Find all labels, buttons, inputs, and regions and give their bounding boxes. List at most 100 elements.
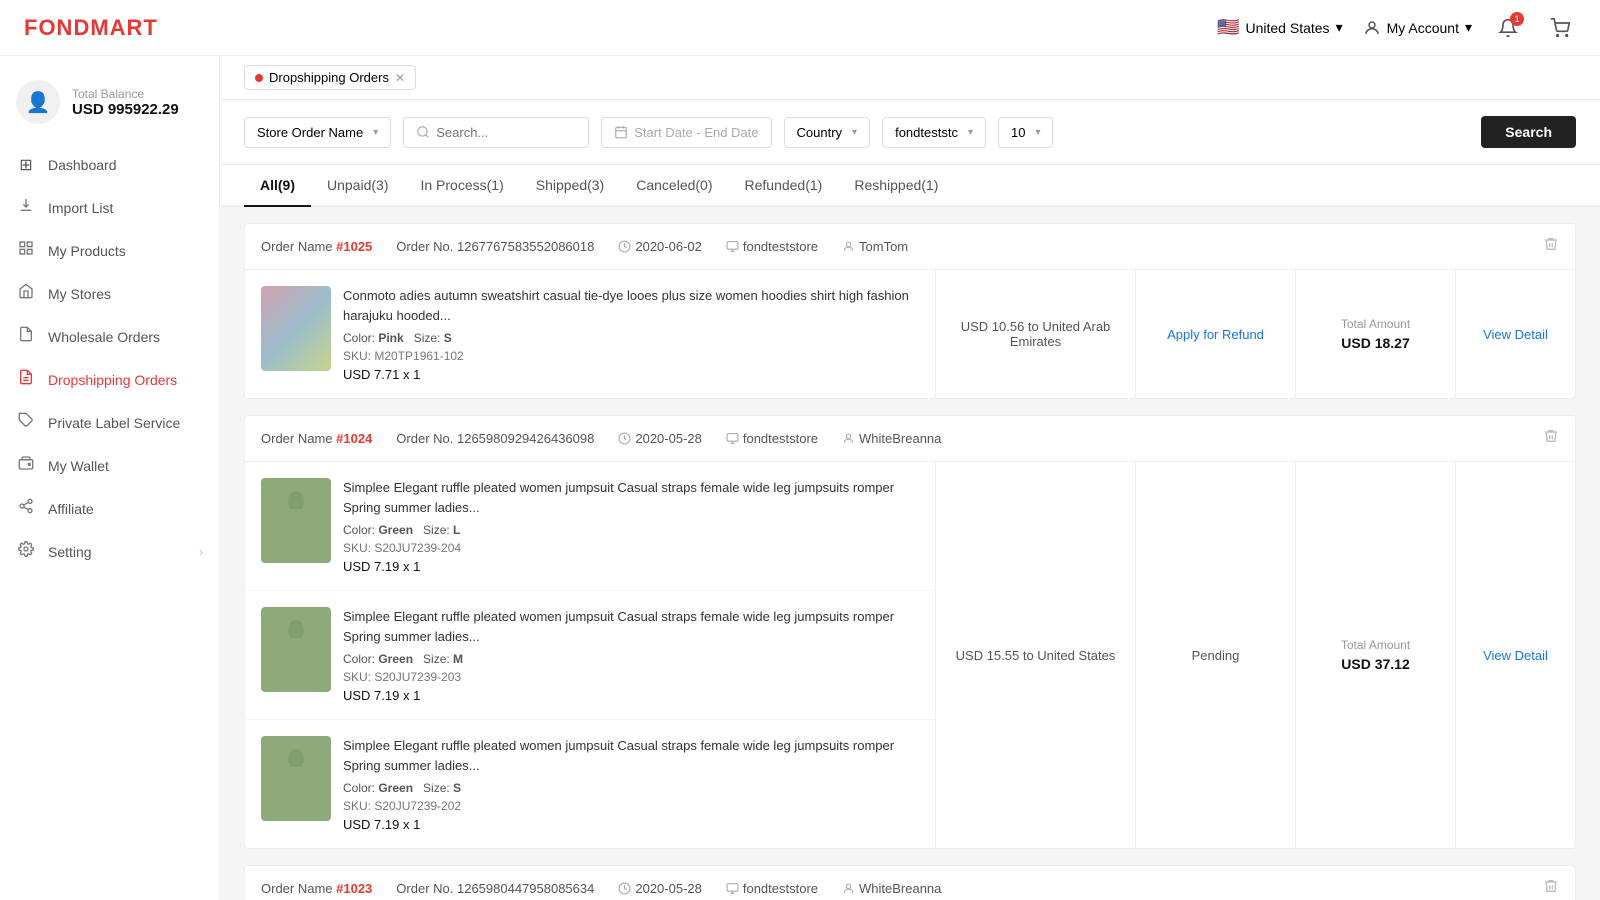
per-page-filter[interactable]: 10 ▾	[998, 117, 1054, 148]
wallet-icon	[16, 455, 36, 476]
country-filter[interactable]: Country ▾	[784, 117, 871, 148]
tab-all[interactable]: All(9)	[244, 165, 311, 207]
sidebar-item-wallet[interactable]: My Wallet	[0, 444, 219, 487]
tab-dropshipping-orders[interactable]: Dropshipping Orders ✕	[244, 65, 416, 90]
store-order-name-filter[interactable]: Store Order Name ▾	[244, 117, 391, 148]
tab-unpaid[interactable]: Unpaid(3)	[311, 165, 404, 207]
notification-badge: 1	[1510, 12, 1524, 26]
sidebar-item-dashboard[interactable]: ⊞ Dashboard	[0, 144, 219, 186]
tab-in-process[interactable]: In Process(1)	[404, 165, 519, 207]
balance-amount: USD 995922.29	[72, 101, 179, 118]
product-name: Conmoto adies autumn sweatshirt casual t…	[343, 286, 919, 325]
delete-button[interactable]	[1543, 236, 1559, 257]
user-info: 👤 Total Balance USD 995922.29	[0, 72, 219, 144]
cart-button[interactable]	[1544, 12, 1576, 44]
product-attributes: Color: Pink Size: S	[343, 331, 919, 345]
sidebar: 👤 Total Balance USD 995922.29 ⊞ Dashboar…	[0, 56, 220, 900]
order-name-value: #1023	[336, 881, 372, 896]
store-label: fondteststc	[895, 125, 958, 140]
search-icon	[416, 125, 430, 139]
sidebar-item-import-list[interactable]: Import List	[0, 186, 219, 229]
sidebar-item-dropshipping-orders[interactable]: Dropshipping Orders	[0, 358, 219, 401]
delete-button[interactable]	[1543, 878, 1559, 899]
product-sku: SKU: S20JU7239-204	[343, 541, 919, 555]
order-date: 2020-05-28	[618, 431, 702, 446]
product-price: USD 7.19 x 1	[343, 559, 919, 574]
sidebar-item-label: My Stores	[48, 286, 111, 302]
person-icon	[842, 882, 855, 895]
order-header: Order Name #1025 Order No. 1267767583552…	[245, 224, 1575, 270]
top-navigation: FONDMART 🇺🇸 United States ▾ My Account ▾…	[0, 0, 1600, 56]
order-card: Order Name #1024 Order No. 1265980929426…	[244, 415, 1576, 849]
tab-refunded[interactable]: Refunded(1)	[729, 165, 839, 207]
product-image	[261, 286, 331, 371]
person-icon	[842, 432, 855, 445]
sidebar-item-label: Setting	[48, 544, 92, 560]
sidebar-item-affiliate[interactable]: Affiliate	[0, 487, 219, 530]
sidebar-item-label: Wholesale Orders	[48, 329, 160, 345]
order-items-column: Simplee Elegant ruffle pleated women jum…	[245, 462, 935, 848]
account-menu[interactable]: My Account ▾	[1363, 19, 1472, 37]
product-sku: SKU: S20JU7239-203	[343, 670, 919, 684]
cart-icon	[1550, 18, 1570, 38]
order-action: View Detail	[1455, 270, 1575, 398]
chevron-down-icon: ▾	[968, 127, 973, 138]
dress-silhouette	[281, 749, 311, 809]
product-name: Simplee Elegant ruffle pleated women jum…	[343, 607, 919, 646]
sidebar-item-private-label[interactable]: Private Label Service	[0, 401, 219, 444]
view-detail-button[interactable]: View Detail	[1483, 327, 1548, 342]
store-filter[interactable]: fondteststc ▾	[882, 117, 986, 148]
product-sku: SKU: M20TP1961-102	[343, 349, 919, 363]
search-button[interactable]: Search	[1481, 116, 1576, 148]
logo-mart: MART	[90, 15, 158, 40]
order-status: Apply for Refund	[1135, 270, 1295, 398]
product-attributes: Color: Green Size: S	[343, 781, 919, 795]
product-info: Simplee Elegant ruffle pleated women jum…	[343, 478, 919, 574]
sidebar-item-label: Dropshipping Orders	[48, 372, 177, 388]
date-range-filter[interactable]: Start Date - End Date	[601, 117, 771, 148]
chevron-down-icon: ▾	[1336, 19, 1343, 36]
product-info: Conmoto adies autumn sweatshirt casual t…	[343, 286, 919, 382]
product-price: USD 7.71 x 1	[343, 367, 919, 382]
order-item: Conmoto adies autumn sweatshirt casual t…	[245, 270, 935, 398]
tab-shipped[interactable]: Shipped(3)	[520, 165, 621, 207]
balance-label: Total Balance	[72, 87, 179, 101]
tab-indicator	[255, 74, 263, 82]
orders-list: Order Name #1025 Order No. 1267767583552…	[220, 207, 1600, 900]
view-detail-button[interactable]: View Detail	[1483, 648, 1548, 663]
order-item: Simplee Elegant ruffle pleated women jum…	[245, 720, 935, 848]
tab-canceled[interactable]: Canceled(0)	[620, 165, 728, 207]
store-icon	[726, 240, 739, 253]
order-date: 2020-05-28	[618, 881, 702, 896]
wholesale-icon	[16, 326, 36, 347]
notifications-button[interactable]: 1	[1492, 12, 1524, 44]
sidebar-item-my-products[interactable]: My Products	[0, 229, 219, 272]
logo: FONDMART	[24, 15, 158, 41]
tab-label: Dropshipping Orders	[269, 70, 389, 85]
order-item: Simplee Elegant ruffle pleated women jum…	[245, 462, 935, 591]
logo-fond: FOND	[24, 15, 90, 40]
order-buyer: WhiteBreanna	[842, 881, 941, 896]
search-input[interactable]	[436, 125, 576, 140]
order-status: Pending	[1135, 462, 1295, 848]
account-chevron-icon: ▾	[1465, 19, 1472, 36]
search-input-wrapper[interactable]	[403, 117, 589, 148]
product-name: Simplee Elegant ruffle pleated women jum…	[343, 736, 919, 775]
user-icon	[1363, 19, 1381, 37]
sidebar-item-my-stores[interactable]: My Stores	[0, 272, 219, 315]
close-tab-icon[interactable]: ✕	[395, 71, 405, 85]
delete-button[interactable]	[1543, 428, 1559, 449]
apply-refund-button[interactable]: Apply for Refund	[1167, 327, 1264, 342]
import-icon	[16, 197, 36, 218]
order-total: Total Amount USD 37.12	[1295, 462, 1455, 848]
order-number: Order No. 1267767583552086018	[396, 239, 594, 254]
store-icon	[726, 882, 739, 895]
order-store: fondteststore	[726, 239, 818, 254]
per-page-label: 10	[1011, 125, 1025, 140]
country-selector[interactable]: 🇺🇸 United States ▾	[1217, 17, 1343, 38]
tab-reshipped[interactable]: Reshipped(1)	[838, 165, 954, 207]
sidebar-item-setting[interactable]: Setting ›	[0, 530, 219, 573]
sidebar-item-label: Dashboard	[48, 157, 117, 173]
sidebar-item-wholesale-orders[interactable]: Wholesale Orders	[0, 315, 219, 358]
shipping-info: USD 15.55 to United States	[935, 462, 1135, 848]
